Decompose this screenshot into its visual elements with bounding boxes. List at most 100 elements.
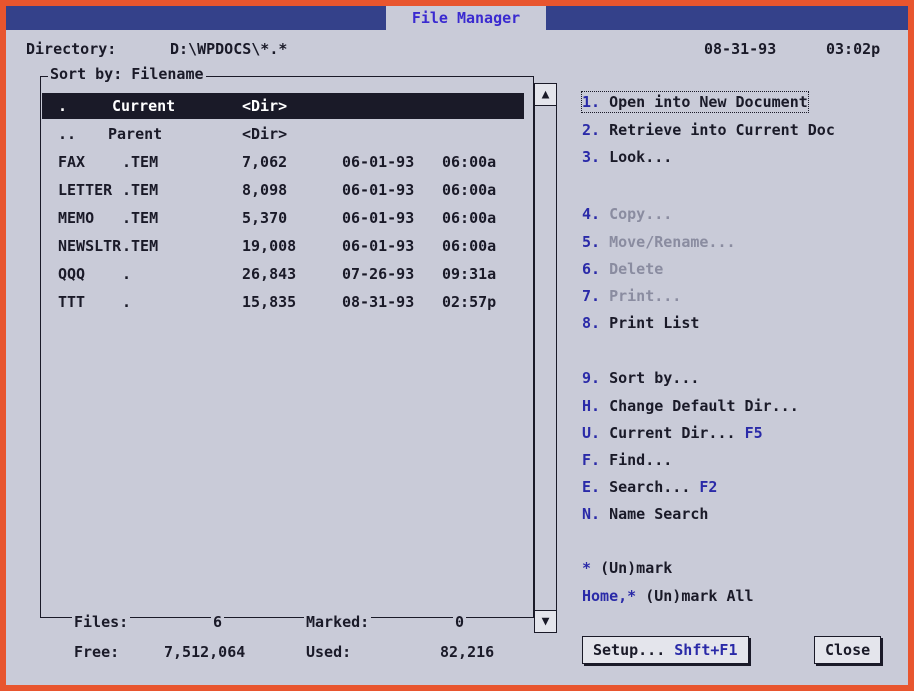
used-value: 82,216 — [440, 643, 495, 661]
marked-label: Marked: — [304, 612, 372, 632]
menu-item-0[interactable]: 1. Open into New Document — [581, 91, 809, 113]
file-list-row[interactable]: TTT. 15,835 08-31-93 02:57p — [42, 289, 524, 315]
menu-item-label: Search... — [609, 478, 691, 496]
file-name: FAX — [58, 153, 86, 171]
menu-item-key: 5. — [582, 233, 601, 251]
header-date: 08-31-93 — [704, 40, 777, 58]
menu-item-8[interactable]: 9. Sort by... — [582, 368, 699, 388]
menu-item-7[interactable]: 8. Print List — [582, 313, 699, 333]
menu-item-label: Find... — [609, 451, 673, 469]
menu-item-12[interactable]: E. Search... F2 — [582, 477, 717, 497]
file-date: 07-26-93 — [342, 265, 415, 283]
menu-item-key: 9. — [582, 369, 601, 387]
file-name: LETTER — [58, 181, 113, 199]
file-list-scrollbar[interactable]: ▲ ▼ — [534, 83, 557, 633]
menu-item-11[interactable]: F. Find... — [582, 450, 672, 470]
menu-item-key: 2. — [582, 121, 601, 139]
up-arrow-icon[interactable]: ▲ — [535, 84, 556, 106]
file-name: NEWSLTR — [58, 237, 122, 255]
menu-item-14[interactable]: * (Un)mark — [582, 558, 672, 578]
free-label: Free: — [74, 643, 120, 661]
menu-item-key: 8. — [582, 314, 601, 332]
menu-item-label: Print List — [609, 314, 700, 332]
menu-item-label: Open into New Document — [609, 93, 808, 111]
file-list-row[interactable]: QQQ. 26,843 07-26-93 09:31a — [42, 261, 524, 287]
close-button[interactable]: Close — [814, 636, 882, 664]
setup-button-label: Setup... — [593, 641, 666, 659]
menu-item-label: Change Default Dir... — [609, 397, 799, 415]
file-size: 26,843 — [242, 265, 297, 283]
file-date: 06-01-93 — [342, 153, 415, 171]
file-name: TTT — [58, 293, 86, 311]
file-size: <Dir> — [242, 125, 288, 143]
file-date: 06-01-93 — [342, 237, 415, 255]
menu-item-key: 7. — [582, 287, 601, 305]
menu-item-label: (Un)mark All — [645, 587, 754, 605]
menu-item-4[interactable]: 5. Move/Rename... — [582, 232, 736, 252]
file-time: 02:57p — [442, 293, 497, 311]
file-list-row[interactable]: NEWSLTR .TEM 19,008 06-01-93 06:00a — [42, 233, 524, 259]
files-value: 6 — [211, 612, 225, 632]
file-size: 15,835 — [242, 293, 297, 311]
menu-item-key: 6. — [582, 260, 601, 278]
menu-item-key: U. — [582, 424, 601, 442]
file-list-row[interactable]: LETTER .TEM 8,098 06-01-93 06:00a — [42, 177, 524, 203]
menu-item-label: Print... — [609, 287, 682, 305]
menu-item-label: Retrieve into Current Doc — [609, 121, 835, 139]
menu-item-label: Name Search — [609, 505, 709, 523]
menu-item-10[interactable]: U. Current Dir... F5 — [582, 423, 763, 443]
menu-item-key: N. — [582, 505, 601, 523]
file-name: QQQ — [58, 265, 86, 283]
file-list-row[interactable]: . Current <Dir> — [42, 93, 524, 119]
menu-item-2[interactable]: 3. Look... — [582, 147, 672, 167]
file-time: 06:00a — [442, 153, 497, 171]
menu-item-key: 3. — [582, 148, 601, 166]
file-ext: . — [122, 293, 132, 311]
file-size: 7,062 — [242, 153, 288, 171]
file-ext: .TEM — [122, 181, 159, 199]
menu-item-label: Sort by... — [609, 369, 700, 387]
file-list-row[interactable]: .. Parent <Dir> — [42, 121, 524, 147]
down-arrow-icon[interactable]: ▼ — [535, 610, 556, 632]
menu-item-key: E. — [582, 478, 601, 496]
file-date: 08-31-93 — [342, 293, 415, 311]
menu-item-label: Delete — [609, 260, 664, 278]
menu-item-key: H. — [582, 397, 601, 415]
menu-item-label: Current Dir... — [609, 424, 736, 442]
menu-item-key: 1. — [582, 93, 601, 111]
file-list-row[interactable]: FAX .TEM 7,062 06-01-93 06:00a — [42, 149, 524, 175]
menu-item-15[interactable]: Home,* (Un)mark All — [582, 586, 754, 606]
file-list-row[interactable]: MEMO .TEM 5,370 06-01-93 06:00a — [42, 205, 524, 231]
header-time: 03:02p — [826, 40, 881, 58]
file-name: . — [58, 97, 68, 115]
file-size: 5,370 — [242, 209, 288, 227]
menu-item-9[interactable]: H. Change Default Dir... — [582, 396, 799, 416]
file-ext: .TEM — [122, 237, 159, 255]
used-label: Used: — [306, 643, 352, 661]
setup-shortcut: Shft+F1 — [674, 641, 738, 659]
free-value: 7,512,064 — [164, 643, 246, 661]
menu-item-1[interactable]: 2. Retrieve into Current Doc — [582, 120, 835, 140]
menu-item-6[interactable]: 7. Print... — [582, 286, 681, 306]
menu-item-3[interactable]: 4. Copy... — [582, 204, 672, 224]
files-label: Files: — [72, 612, 131, 632]
menu-item-shortcut: F5 — [744, 424, 763, 442]
file-time: 06:00a — [442, 237, 497, 255]
menu-item-5[interactable]: 6. Delete — [582, 259, 663, 279]
marked-value: 0 — [453, 612, 467, 632]
directory-value[interactable]: D:\WPDOCS\*.* — [170, 39, 287, 59]
sort-label: Sort by: Filename — [48, 65, 206, 83]
file-ext: .TEM — [122, 209, 159, 227]
menu-item-13[interactable]: N. Name Search — [582, 504, 708, 524]
file-size: <Dir> — [242, 97, 288, 115]
menu-item-shortcut: F2 — [699, 478, 718, 496]
file-manager-window: File Manager Directory: D:\WPDOCS\*.* 08… — [6, 6, 908, 685]
file-ext: . — [122, 265, 132, 283]
title-bar: File Manager — [6, 6, 908, 30]
file-time: 06:00a — [442, 209, 497, 227]
menu-item-key: * — [582, 559, 592, 577]
menu-item-label: Copy... — [609, 205, 673, 223]
file-time: 06:00a — [442, 181, 497, 199]
setup-button[interactable]: Setup... Shft+F1 — [582, 636, 749, 664]
close-button-label: Close — [825, 641, 871, 659]
